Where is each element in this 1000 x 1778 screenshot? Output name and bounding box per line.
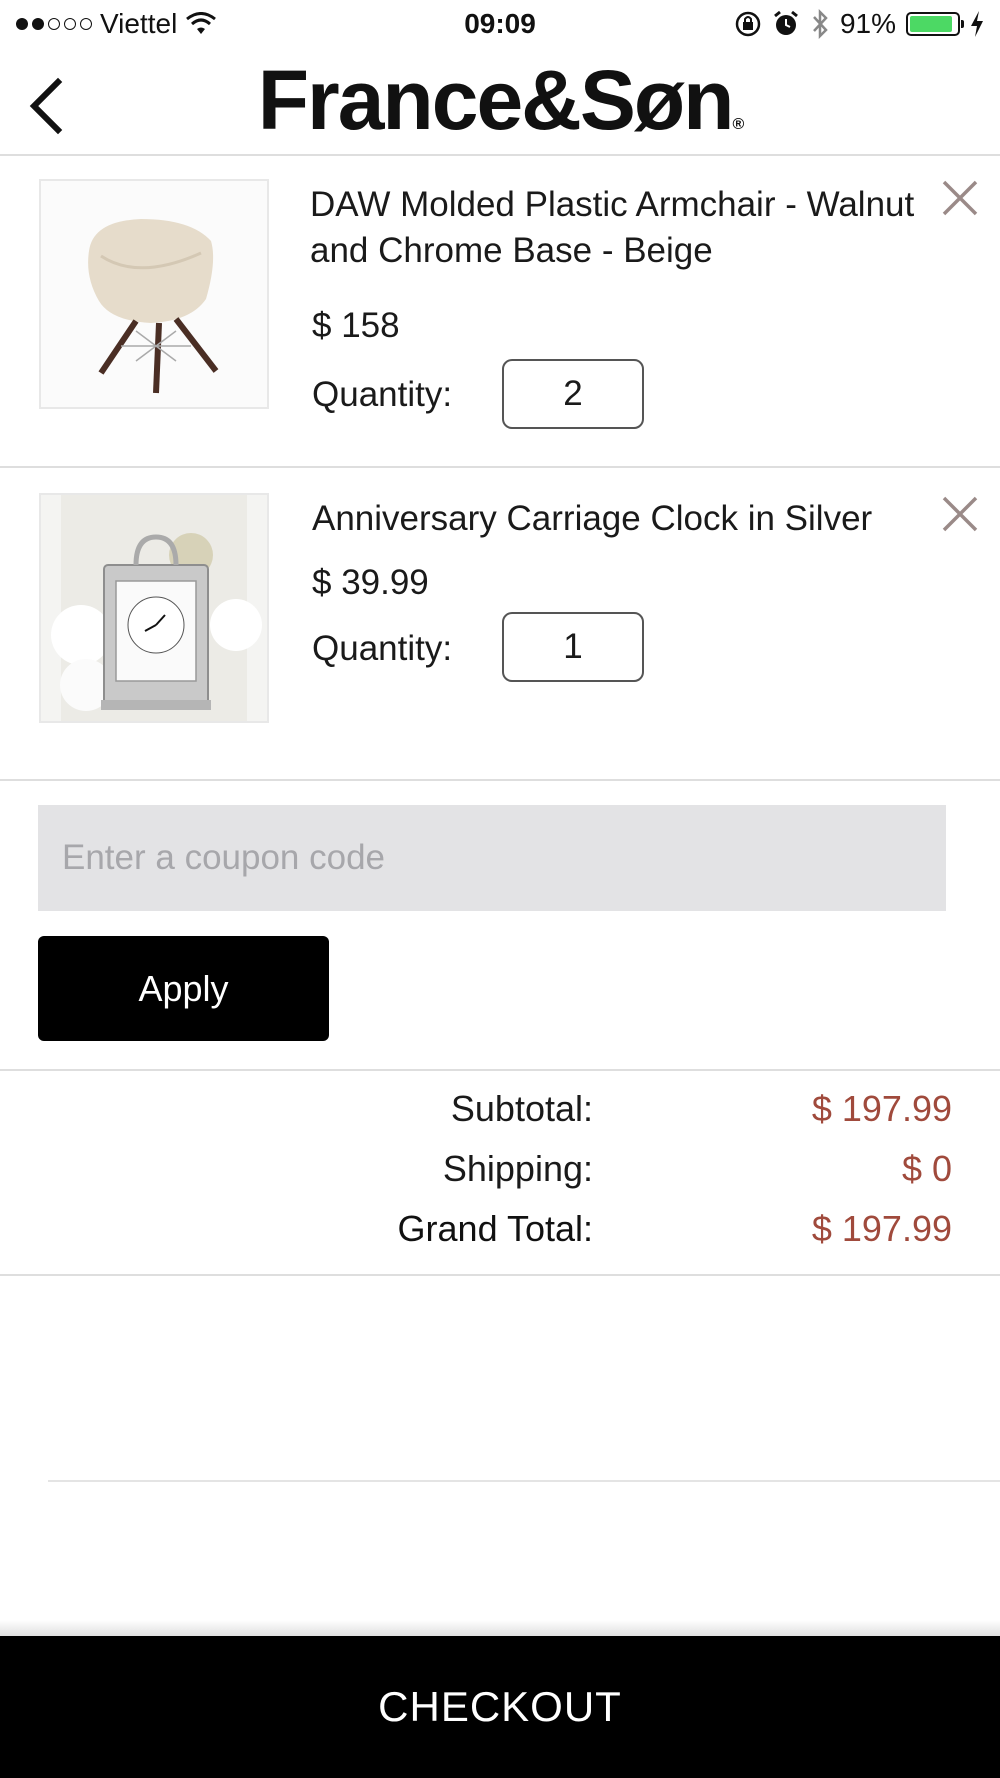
quantity-label: Quantity: <box>312 629 453 668</box>
grand-total-label: Grand Total: <box>397 1208 593 1249</box>
orientation-lock-icon <box>735 11 761 37</box>
separator-line <box>48 1480 1000 1482</box>
totals-divider <box>0 1274 1000 1276</box>
status-bar: Viettel 09:09 91% <box>0 0 1000 50</box>
subtotal-value: $ 197.99 <box>811 1088 952 1129</box>
remove-item-icon[interactable] <box>940 494 980 534</box>
battery-percent: 91% <box>839 8 896 39</box>
product-name[interactable]: Anniversary Carriage Clock in Silver <box>312 496 932 542</box>
armchair-image <box>41 181 267 407</box>
shipping-value: $ 0 <box>901 1148 952 1189</box>
charging-bolt-icon <box>971 11 983 37</box>
quantity-input[interactable]: 2 <box>502 359 644 429</box>
registered-mark: ® <box>732 116 744 133</box>
coupon-code-input[interactable] <box>38 805 946 911</box>
battery-icon <box>906 12 964 36</box>
product-image[interactable] <box>39 179 269 409</box>
bluetooth-icon <box>813 9 828 39</box>
cart-item: DAW Molded Plastic Armchair - Walnut and… <box>0 156 1000 466</box>
checkout-shadow <box>0 1620 1000 1636</box>
logo-text: France&Søn <box>257 53 735 147</box>
quantity-input[interactable]: 1 <box>502 612 644 682</box>
product-price: $ 158 <box>312 306 400 345</box>
brand-logo: France&Søn® <box>0 52 1000 149</box>
carriage-clock-image <box>41 495 267 721</box>
cart-item: Anniversary Carriage Clock in Silver $ 3… <box>0 468 1000 780</box>
product-name[interactable]: DAW Molded Plastic Armchair - Walnut and… <box>310 182 970 274</box>
coupon-divider <box>0 1069 1000 1071</box>
grand-total-value: $ 197.99 <box>811 1208 952 1249</box>
remove-item-icon[interactable] <box>940 178 980 218</box>
shipping-label: Shipping: <box>442 1148 593 1189</box>
checkout-button[interactable]: CHECKOUT <box>0 1636 1000 1778</box>
product-price: $ 39.99 <box>312 563 429 602</box>
status-right: 91% <box>734 8 984 40</box>
apply-coupon-button[interactable]: Apply <box>38 936 329 1041</box>
items-bottom-divider <box>0 779 1000 781</box>
product-image[interactable] <box>39 493 269 723</box>
subtotal-label: Subtotal: <box>450 1088 593 1129</box>
alarm-clock-icon <box>774 10 798 35</box>
quantity-label: Quantity: <box>312 375 453 414</box>
